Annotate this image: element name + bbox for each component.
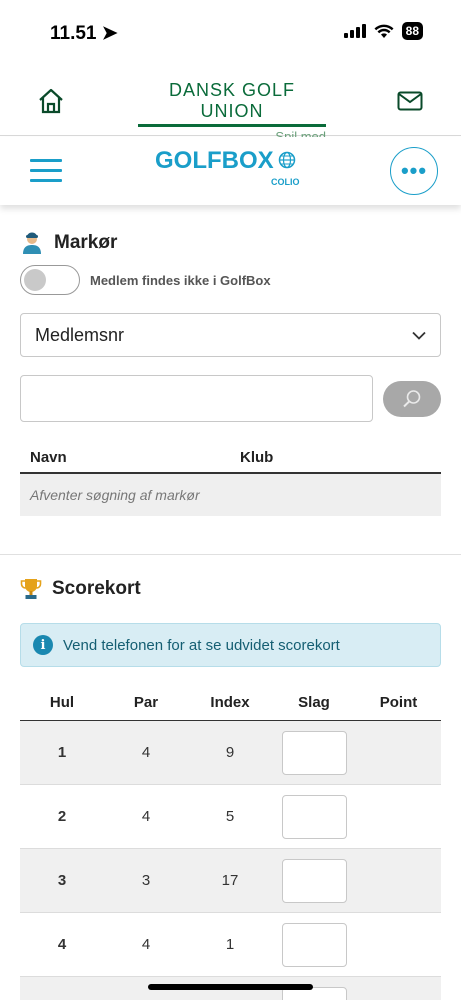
marker-heading: Markør [20,231,441,255]
marker-search-row [20,375,441,422]
battery-indicator: 88 [401,22,423,40]
strokes-input[interactable] [281,794,347,839]
more-options-button[interactable]: ••• [390,147,438,195]
person-icon [23,232,41,254]
table-row: 2 4 5 [20,785,441,849]
marker-table-empty-row: Afventer søgning af markør [20,474,441,516]
member-toggle-row: Medlem findes ikke i GolfBox [20,265,441,295]
more-dots-icon: ••• [400,158,428,183]
column-header-hul: Hul [49,694,75,711]
column-header-point: Point [379,694,418,711]
golfbox-header: GOLFBOX COLIO ••• [0,137,461,205]
search-button[interactable] [383,380,441,417]
strokes-input[interactable] [281,858,347,903]
hole-par: 4 [141,744,151,761]
wifi-icon [374,24,394,38]
status-time-text: 11.51 [50,23,97,44]
home-button[interactable] [34,84,68,118]
marker-results-table: Navn Klub Afventer søgning af markør [20,442,441,516]
column-header-par: Par [133,694,159,711]
search-type-select[interactable]: Medlemsnr [20,313,441,357]
dgu-header: DANSK GOLF UNION Spil med [0,62,461,144]
column-header-slag: Slag [298,694,330,711]
dgu-title: DANSK GOLF UNION [168,80,296,121]
mail-icon [397,91,423,111]
slag-cell [272,794,356,839]
hole-number: 2 [57,808,67,825]
toggle-knob [24,269,46,291]
dgu-logo[interactable]: DANSK GOLF UNION Spil med [138,80,326,144]
search-type-value: Medlemsnr [35,324,125,345]
location-arrow-icon: ➤ [101,23,118,44]
hole-par: 4 [141,936,151,953]
chevron-down-icon [412,331,426,340]
search-icon [403,389,421,407]
menu-bar [30,159,62,162]
golfbox-logo-text: GOLFBOX [155,147,274,174]
hole-index: 1 [225,936,235,953]
marker-search-input[interactable] [20,375,373,422]
colio-logo-text: COLIO [271,177,300,187]
marker-table-header: Navn Klub [20,442,441,474]
member-toggle-label: Medlem findes ikke i GolfBox [90,272,271,288]
hole-index: 9 [225,744,235,761]
strokes-input[interactable] [281,922,347,967]
status-bar: 11.51 ➤ 88 [0,0,461,62]
table-row: 4 4 1 [20,913,441,977]
hole-index: 17 [221,872,239,889]
scorecard-table: Hul Par Index Slag Point 1 4 9 2 4 5 3 3… [20,685,441,1000]
trophy-icon [20,579,42,599]
column-header-klub: Klub [240,448,274,466]
status-time: 11.51 ➤ [50,22,118,45]
marker-section: Markør Medlem findes ikke i GolfBox Medl… [0,205,461,516]
slag-cell [272,922,356,967]
status-indicators: 88 [343,22,423,40]
main-content: Markør Medlem findes ikke i GolfBox Medl… [0,205,461,1000]
menu-button[interactable] [30,159,62,183]
table-row: 1 4 9 [20,721,441,785]
scorecard-heading-text: Scorekort [52,578,141,599]
member-not-found-toggle[interactable] [20,265,80,295]
info-icon: i [33,635,53,655]
hole-par: 4 [141,808,151,825]
signal-icon [343,24,366,38]
home-indicator[interactable] [148,984,313,990]
empty-message: Afventer søgning af markør [30,487,200,503]
menu-bar [30,179,62,182]
info-message: Vend telefonen for at se udvidet scoreko… [63,636,340,654]
golfbox-logo[interactable]: GOLFBOX COLIO [155,147,300,187]
scorecard-section: Scorekort i Vend telefonen for at se udv… [0,555,461,1000]
marker-heading-text: Markør [54,232,118,253]
column-header-navn: Navn [30,448,67,466]
dgu-logo-line [138,124,326,127]
slag-cell [272,858,356,903]
menu-bar [30,169,62,172]
hole-number: 3 [57,872,67,889]
hole-number: 4 [57,936,67,953]
home-icon [39,88,63,114]
mail-button[interactable] [395,86,425,116]
hole-index: 5 [225,808,235,825]
scorecard-heading: Scorekort [20,577,441,601]
table-row: 3 3 17 [20,849,441,913]
strokes-input[interactable] [281,730,347,775]
hole-par: 3 [141,872,151,889]
column-header-index: Index [210,694,250,711]
scorecard-table-header: Hul Par Index Slag Point [20,685,441,721]
globe-icon [278,151,296,169]
rotate-info-alert: i Vend telefonen for at se udvidet score… [20,623,441,667]
slag-cell [272,730,356,775]
hole-number: 1 [57,744,67,761]
